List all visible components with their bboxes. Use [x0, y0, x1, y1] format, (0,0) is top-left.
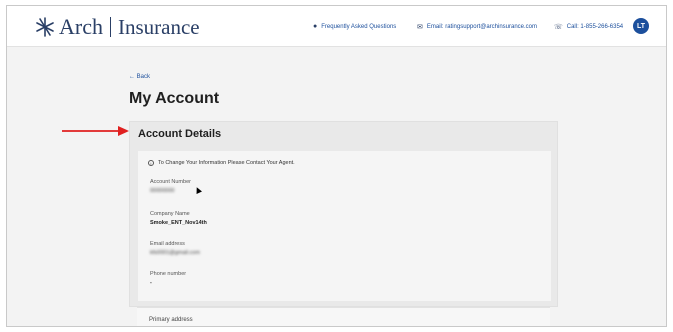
email-address-value: kfs0001@gmail.com [150, 250, 200, 256]
arch-star-icon [36, 17, 54, 37]
phone-icon: ☏ [554, 24, 563, 31]
email-link[interactable]: ✉ Email: ratingsupport@archinsurance.com [417, 23, 537, 31]
primary-address-label: Primary address [149, 317, 193, 323]
page-title: My Account [129, 90, 220, 107]
arch-insurance-logo[interactable]: Arch Insurance [33, 14, 200, 40]
top-header: Arch Insurance ● Frequently Asked Questi… [7, 6, 666, 47]
company-name-value: Smoke_ENT_Nov14th [150, 220, 207, 226]
app-window: Arch Insurance ● Frequently Asked Questi… [6, 5, 667, 327]
email-address-label: Email address [150, 241, 185, 247]
email-label: Email: ratingsupport@archinsurance.com [426, 24, 538, 30]
account-details-card: Account Details i To Change Your Informa… [129, 121, 558, 307]
logo-divider [109, 17, 111, 37]
info-note: i To Change Your Information Please Cont… [148, 160, 295, 166]
account-details-title: Account Details [138, 128, 222, 140]
red-arrow-annotation [62, 126, 129, 136]
mouse-cursor-icon [194, 186, 202, 194]
back-link[interactable]: ← Back [129, 74, 150, 80]
account-number-label: Account Number [150, 179, 191, 185]
logo-insurance-text: Insurance [117, 14, 200, 39]
company-name-label: Company Name [150, 211, 190, 217]
call-link[interactable]: ☏ Call: 1-855-266-6354 [554, 23, 623, 31]
info-icon: i [148, 160, 154, 166]
logo-arch-text: Arch [59, 14, 103, 39]
account-number-value: 00000000 [150, 188, 175, 194]
faq-link[interactable]: ● Frequently Asked Questions [313, 23, 396, 30]
question-icon: ● [313, 23, 318, 30]
call-label: Call: 1-855-266-6354 [566, 24, 624, 30]
envelope-icon: ✉ [417, 24, 423, 31]
info-note-text: To Change Your Information Please Contac… [158, 160, 295, 166]
phone-number-label: Phone number [150, 271, 187, 277]
user-avatar[interactable]: LT [633, 18, 649, 34]
faq-label: Frequently Asked Questions [321, 23, 397, 30]
phone-number-value: - [150, 280, 152, 286]
account-details-body: i To Change Your Information Please Cont… [138, 151, 551, 301]
primary-address-card: Primary address [137, 307, 550, 326]
